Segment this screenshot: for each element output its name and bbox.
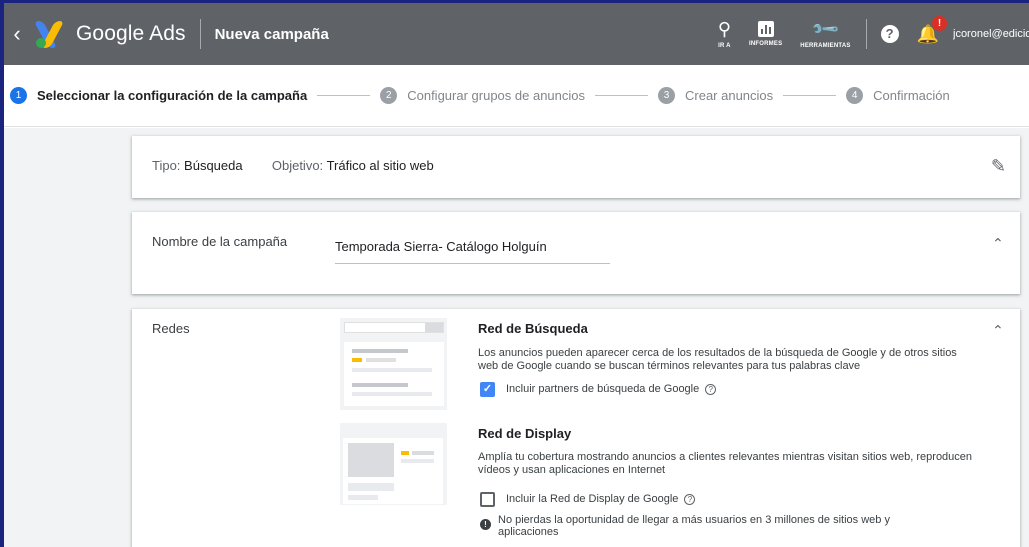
google-ads-logo	[33, 21, 66, 48]
search-partners-option: Incluir partners de búsqueda de Google?	[506, 383, 717, 395]
header-tools-divider	[865, 19, 867, 49]
window-frame-left	[0, 0, 4, 547]
step-connector	[783, 95, 837, 96]
search-icon: ⚲	[717, 19, 731, 39]
search-network-illustration	[340, 318, 447, 410]
edit-icon[interactable]: ✎	[991, 156, 1006, 177]
campaign-name-card: Nombre de la campaña ⌄	[132, 212, 1020, 294]
help-circle-icon[interactable]: ?	[684, 494, 696, 505]
step-connector	[317, 95, 371, 96]
tools-button[interactable]: 🔧 HERRAMIENTAS	[800, 14, 851, 49]
search-network-description: Los anuncios pueden aparecer cerca de lo…	[478, 347, 957, 372]
step-label: Crear anuncios	[685, 88, 774, 103]
step-connector	[595, 95, 648, 96]
header-divider	[199, 19, 201, 49]
user-email[interactable]: jcoronel@edicio	[953, 28, 1029, 40]
step-1[interactable]: 1 Seleccionar la configuración de la cam…	[10, 87, 307, 104]
campaign-name-input[interactable]	[335, 236, 610, 264]
app-header: ‹ Google Ads Nueva campaña ⚲ IR A INFORM…	[0, 3, 1029, 65]
app-name: Google Ads	[76, 22, 186, 45]
main-content: Tipo: Búsqueda Objetivo: Tráfico al siti…	[4, 128, 1029, 547]
reports-icon	[757, 21, 774, 37]
search-network-title: Red de Búsqueda	[478, 321, 588, 336]
goal-value: Tráfico al sitio web	[326, 158, 434, 173]
display-network-illustration	[340, 423, 447, 505]
tools-label: HERRAMIENTAS	[800, 43, 851, 49]
go-to-button[interactable]: ⚲ IR A	[718, 19, 731, 49]
networks-card: Redes ⌄ Red de Búsqueda Los anuncios pue…	[132, 309, 1020, 547]
display-network-label: Incluir la Red de Display de Google	[506, 493, 679, 505]
step-number: 1	[10, 87, 27, 104]
reports-label: INFORMES	[749, 41, 783, 47]
campaign-name-label: Nombre de la campaña	[152, 234, 288, 249]
step-number: 2	[380, 87, 398, 104]
summary-row: Tipo: Búsqueda Objetivo: Tráfico al siti…	[152, 158, 434, 173]
step-label: Seleccionar la configuración de la campa…	[37, 88, 308, 103]
display-network-description: Amplía tu cobertura mostrando anuncios a…	[478, 451, 973, 476]
header-tools: ⚲ IR A INFORMES 🔧 HERRAMIENTAS ? 🔔 ! jco…	[709, 3, 1029, 65]
window-frame-top	[0, 0, 1029, 3]
go-to-label: IR A	[718, 43, 731, 49]
step-4[interactable]: 4 Confirmación	[846, 87, 950, 104]
type-value: Búsqueda	[184, 158, 243, 173]
networks-label: Redes	[152, 321, 190, 336]
help-icon[interactable]: ?	[880, 25, 899, 43]
notifications-button[interactable]: 🔔 !	[917, 15, 947, 45]
step-2[interactable]: 2 Configurar grupos de anuncios	[380, 87, 585, 104]
step-3[interactable]: 3 Crear anuncios	[658, 87, 773, 104]
campaign-summary-card[interactable]: Tipo: Búsqueda Objetivo: Tráfico al siti…	[132, 136, 1020, 198]
collapse-chevron-icon[interactable]: ⌄	[992, 321, 1004, 338]
search-partners-label: Incluir partners de búsqueda de Google	[506, 383, 700, 395]
search-partners-checkbox[interactable]: ✓	[480, 382, 495, 397]
collapse-chevron-icon[interactable]: ⌄	[992, 234, 1004, 251]
type-label: Tipo:	[152, 158, 181, 173]
display-network-checkbox[interactable]	[480, 492, 495, 507]
back-icon[interactable]: ‹	[6, 23, 28, 45]
campaign-stepper: 1 Seleccionar la configuración de la cam…	[0, 65, 1029, 127]
display-network-title: Red de Display	[478, 426, 572, 441]
display-network-info: No pierdas la oportunidad de llegar a má…	[498, 514, 890, 538]
wrench-icon: 🔧	[810, 14, 841, 44]
goal-label: Objetivo:	[271, 158, 324, 173]
step-label: Configurar grupos de anuncios	[407, 88, 585, 103]
display-network-option: Incluir la Red de Display de Google?	[506, 493, 696, 505]
reports-button[interactable]: INFORMES	[749, 21, 782, 47]
step-label: Confirmación	[873, 88, 950, 103]
page-title: Nueva campaña	[214, 25, 329, 43]
info-icon: !	[480, 519, 491, 530]
step-number: 3	[658, 87, 675, 104]
step-number: 4	[846, 87, 864, 104]
notification-badge: !	[932, 15, 947, 31]
help-circle-icon[interactable]: ?	[705, 384, 717, 395]
